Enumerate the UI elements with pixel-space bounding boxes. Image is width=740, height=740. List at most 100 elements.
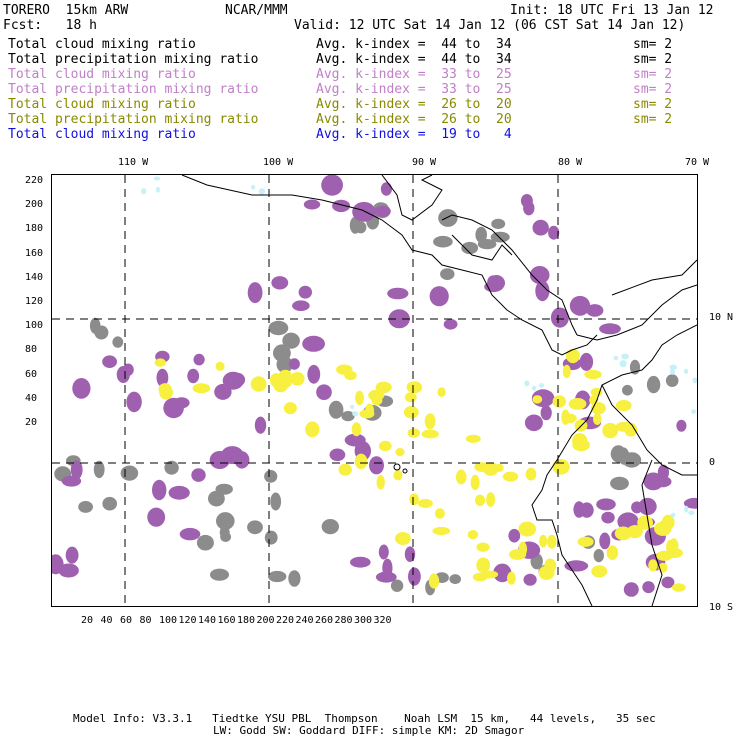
longitude-label: 70 W bbox=[685, 157, 710, 168]
precip-yellow-patch bbox=[338, 463, 352, 476]
precip-yellow-patch bbox=[437, 387, 446, 397]
field-name: Total precipitation mixing ratio bbox=[8, 112, 259, 127]
precip-yellow-patch bbox=[552, 459, 570, 475]
cloud-purple-patch bbox=[329, 448, 346, 462]
precip-yellow-patch bbox=[344, 370, 357, 381]
x-tick-label: 260 bbox=[315, 615, 334, 626]
precip-yellow-patch bbox=[591, 565, 608, 578]
y-tick-label: 40 bbox=[25, 392, 38, 404]
cloud-purple-patch bbox=[214, 383, 232, 400]
precip-yellow-patch bbox=[572, 438, 590, 452]
field-name: Total cloud mixing ratio bbox=[8, 127, 196, 142]
y-tick-label: 20 bbox=[25, 417, 38, 428]
coastline-pacific bbox=[181, 175, 573, 356]
longitude-label: 110 W bbox=[118, 157, 149, 168]
precip-yellow-patch bbox=[428, 573, 440, 589]
y-tick-label: 60 bbox=[25, 368, 38, 380]
island-galapagos bbox=[393, 463, 401, 471]
x-tick-label: 180 bbox=[237, 615, 256, 626]
precip-yellow-patch bbox=[606, 545, 619, 560]
precip-yellow-patch bbox=[250, 376, 267, 392]
precip-yellow-patch bbox=[407, 428, 420, 438]
cloud-cyan-patch bbox=[350, 404, 355, 409]
latitude-label: 10 S bbox=[709, 602, 734, 613]
y-tick-label: 200 bbox=[25, 199, 44, 211]
cloud-cyan-patch bbox=[691, 409, 696, 414]
cloud-purple-patch bbox=[302, 335, 325, 352]
model-physics: LW: Godd SW: Goddard DIFF: simple KM: 2D… bbox=[213, 724, 525, 737]
cloud-gray-patch bbox=[112, 336, 124, 348]
cloud-purple-patch bbox=[321, 175, 343, 196]
cloud-cyan-patch bbox=[538, 383, 545, 388]
cloud-cyan-patch bbox=[692, 377, 697, 384]
cloud-purple-patch bbox=[408, 567, 421, 586]
y-tick-label: 160 bbox=[25, 247, 44, 259]
field-smoothing: sm= 2 bbox=[633, 97, 673, 112]
cloud-purple-patch bbox=[126, 391, 142, 413]
cloud-gray-patch bbox=[288, 570, 301, 587]
cloud-purple-patch bbox=[152, 479, 167, 501]
x-tick-label: 120 bbox=[178, 615, 197, 626]
precip-yellow-patch bbox=[593, 413, 602, 425]
x-tick-label: 140 bbox=[198, 615, 217, 626]
cloud-purple-patch bbox=[524, 414, 543, 432]
precip-yellow-patch bbox=[305, 421, 320, 438]
field-kindex: Avg. k-index = 44 to 34 bbox=[316, 52, 512, 67]
precip-yellow-patch bbox=[290, 372, 305, 386]
x-tick-label: 160 bbox=[217, 615, 236, 626]
field-kindex: Avg. k-index = 26 to 20 bbox=[316, 97, 512, 112]
x-tick-label: 300 bbox=[354, 615, 373, 626]
cloud-gray-patch bbox=[196, 534, 214, 551]
cloud-purple-patch bbox=[569, 295, 591, 316]
precip-yellow-patch bbox=[532, 395, 543, 404]
precip-yellow-patch bbox=[376, 475, 385, 490]
cloud-gray-patch bbox=[477, 239, 497, 250]
cloud-gray-patch bbox=[102, 496, 117, 511]
precip-yellow-patch bbox=[154, 358, 166, 367]
cloud-gray-patch bbox=[321, 519, 339, 535]
cloud-gray-patch bbox=[433, 235, 453, 248]
precip-yellow-patch bbox=[555, 398, 565, 408]
longitude-label: 100 W bbox=[263, 157, 294, 168]
field-smoothing: sm= 2 bbox=[633, 37, 673, 52]
cloud-purple-patch bbox=[540, 405, 552, 421]
precip-yellow-patch bbox=[424, 413, 436, 430]
precip-yellow-patch bbox=[648, 559, 658, 572]
cloud-purple-patch bbox=[404, 546, 416, 562]
cloud-purple-patch bbox=[271, 276, 289, 290]
cloud-gray-patch bbox=[491, 218, 506, 229]
precip-yellow-patch bbox=[359, 409, 375, 419]
precip-yellow-patch bbox=[467, 530, 479, 540]
cloud-gray-patch bbox=[264, 470, 278, 483]
precip-yellow-patch bbox=[474, 494, 486, 506]
cloud-purple-patch bbox=[193, 353, 205, 366]
field-kindex: Avg. k-index = 44 to 34 bbox=[316, 37, 512, 52]
precip-yellow-patch bbox=[215, 361, 225, 371]
cloud-gray-patch bbox=[593, 549, 604, 563]
field-kindex: Avg. k-index = 33 to 25 bbox=[316, 67, 512, 82]
precip-yellow-patch bbox=[432, 526, 451, 536]
cloud-purple-patch bbox=[374, 205, 391, 217]
cloud-purple-patch bbox=[288, 358, 300, 370]
cloud-gray-patch bbox=[438, 209, 458, 227]
field-kindex: Avg. k-index = 33 to 25 bbox=[316, 82, 512, 97]
x-tick-label: 100 bbox=[159, 615, 178, 626]
cloud-purple-patch bbox=[298, 285, 312, 299]
cloud-purple-patch bbox=[532, 219, 549, 236]
cloud-cyan-patch bbox=[619, 360, 627, 368]
precip-yellow-patch bbox=[351, 422, 362, 437]
precip-yellow-patch bbox=[455, 469, 467, 485]
cloud-purple-patch bbox=[65, 546, 79, 564]
x-tick-label: 40 bbox=[100, 615, 113, 626]
cloud-purple-patch bbox=[350, 556, 371, 568]
field-name: Total cloud mixing ratio bbox=[8, 67, 196, 82]
precip-yellow-patch bbox=[656, 550, 673, 561]
latitude-label: 0 bbox=[709, 457, 716, 468]
x-tick-label: 60 bbox=[120, 615, 133, 626]
cloud-purple-patch bbox=[369, 456, 384, 475]
init-time: Init: 18 UTC Fri 13 Jan 12 bbox=[510, 3, 714, 18]
cloud-purple-patch bbox=[508, 528, 521, 543]
cloud-gray-patch bbox=[622, 452, 642, 468]
x-tick-label: 20 bbox=[81, 615, 94, 626]
cloud-gray-patch bbox=[264, 530, 278, 545]
